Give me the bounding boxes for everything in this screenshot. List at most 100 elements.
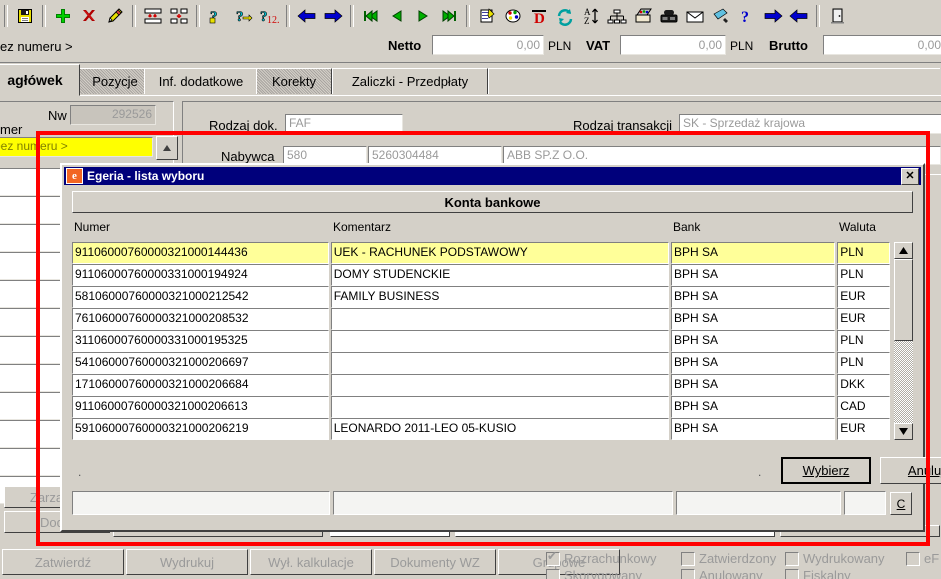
netto-field[interactable]: 0,00 xyxy=(432,35,544,55)
cell-bank[interactable]: BPH SA xyxy=(671,374,836,396)
cell-komentarz[interactable] xyxy=(330,352,670,374)
scrollbar-thumb[interactable] xyxy=(894,259,913,341)
scroll-up-icon[interactable] xyxy=(894,242,913,259)
dialog-titlebar[interactable]: e Egeria - lista wyboru ✕ xyxy=(64,167,921,185)
sort-az-icon[interactable]: A Z xyxy=(579,4,603,28)
query-count-icon[interactable]: ? 12. xyxy=(257,4,281,28)
cell-waluta[interactable]: PLN xyxy=(837,330,891,352)
numer-lov-button[interactable] xyxy=(156,136,178,160)
anuluj-button[interactable]: Anuluj xyxy=(880,457,941,484)
cell-numer[interactable]: 91106000760000321000144436 xyxy=(72,242,329,264)
cell-numer[interactable]: 59106000760000321000206219 xyxy=(72,418,329,440)
next-record-icon[interactable] xyxy=(411,4,435,28)
edit-record-icon[interactable] xyxy=(103,4,127,28)
tab-korekty[interactable]: Korekty xyxy=(256,68,332,94)
query-execute-icon[interactable]: ? xyxy=(231,4,255,28)
cell-bank[interactable]: BPH SA xyxy=(671,286,836,308)
add-record-icon[interactable] xyxy=(51,4,75,28)
cell-komentarz[interactable]: UEK - RACHUNEK PODSTAWOWY xyxy=(330,242,670,264)
query-enter-icon[interactable]: ? xyxy=(205,4,229,28)
cell-bank[interactable]: BPH SA xyxy=(671,330,836,352)
cell-waluta[interactable]: EUR xyxy=(837,286,891,308)
cell-bank[interactable]: BPH SA xyxy=(671,308,836,330)
brutto-field[interactable]: 0,00 xyxy=(823,35,941,55)
cell-bank[interactable]: BPH SA xyxy=(671,396,836,418)
cell-waluta[interactable]: EUR xyxy=(837,308,891,330)
insert-row-icon[interactable] xyxy=(141,4,165,28)
forward-icon[interactable] xyxy=(761,4,785,28)
cell-bank[interactable]: BPH SA xyxy=(671,352,836,374)
cell-numer[interactable]: 91106000760000331000194924 xyxy=(72,264,329,286)
tools-icon[interactable] xyxy=(709,4,733,28)
notes-icon[interactable] xyxy=(475,4,499,28)
document-d-icon[interactable]: D xyxy=(527,4,551,28)
cell-komentarz[interactable] xyxy=(330,308,670,330)
exit-icon[interactable] xyxy=(825,4,849,28)
table-row[interactable]: 91106000760000321000144436 UEK - RACHUNE… xyxy=(72,242,892,264)
status-field-4[interactable] xyxy=(844,491,886,515)
save-icon[interactable] xyxy=(13,4,37,28)
print-color-icon[interactable] xyxy=(631,4,655,28)
cell-komentarz[interactable]: FAMILY BUSINESS xyxy=(330,286,670,308)
phone-icon[interactable] xyxy=(657,4,681,28)
close-icon[interactable]: ✕ xyxy=(901,168,919,185)
cell-bank[interactable]: BPH SA xyxy=(671,264,836,286)
tab-inf-dodatkowe[interactable]: Inf. dodatkowe xyxy=(144,68,258,94)
numer-field[interactable]: oez numeru > xyxy=(0,137,153,157)
cell-waluta[interactable]: DKK xyxy=(837,374,891,396)
rodzaj-transakcji-field[interactable]: SK - Sprzedaż krajowa xyxy=(679,114,941,134)
wybierz-button[interactable]: Wybierz xyxy=(781,457,871,484)
tab-zaliczki-przedplaty[interactable]: Zaliczki - Przedpłaty xyxy=(332,68,488,94)
cell-waluta[interactable]: EUR xyxy=(837,418,891,440)
table-row[interactable]: 59106000760000321000206219 LEONARDO 2011… xyxy=(72,418,892,440)
duplicate-row-icon[interactable] xyxy=(167,4,191,28)
next-block-icon[interactable] xyxy=(321,4,345,28)
cell-komentarz[interactable]: LEONARDO 2011-LEO 05-KUSIO xyxy=(330,418,670,440)
table-row[interactable]: 91106000760000331000194924 DOMY STUDENCK… xyxy=(72,264,892,286)
cell-waluta[interactable]: PLN xyxy=(837,352,891,374)
cell-komentarz[interactable] xyxy=(330,396,670,418)
status-field-2[interactable] xyxy=(333,491,673,515)
cell-komentarz[interactable] xyxy=(330,374,670,396)
prev-block-icon[interactable] xyxy=(295,4,319,28)
table-row[interactable]: 91106000760000321000206613 BPH SA CAD xyxy=(72,396,892,418)
cell-bank[interactable]: BPH SA xyxy=(671,242,836,264)
hierarchy-icon[interactable] xyxy=(605,4,629,28)
cell-waluta[interactable]: PLN xyxy=(837,242,891,264)
prev-record-icon[interactable] xyxy=(385,4,409,28)
cell-waluta[interactable]: PLN xyxy=(837,264,891,286)
delete-record-icon[interactable] xyxy=(77,4,101,28)
status-field-1[interactable] xyxy=(72,491,330,515)
status-field-3[interactable] xyxy=(676,491,841,515)
scrollbar-track[interactable] xyxy=(894,259,913,423)
cell-numer[interactable]: 17106000760000321000206684 xyxy=(72,374,329,396)
table-row[interactable]: 76106000760000321000208532 BPH SA EUR xyxy=(72,308,892,330)
mail-icon[interactable] xyxy=(683,4,707,28)
tab-naglowek[interactable]: agłówek xyxy=(0,64,80,96)
cell-numer[interactable]: 58106000760000321000212542 xyxy=(72,286,329,308)
status-c-button[interactable]: C xyxy=(890,492,912,515)
cell-waluta[interactable]: CAD xyxy=(837,396,891,418)
first-record-icon[interactable] xyxy=(359,4,383,28)
cell-komentarz[interactable]: DOMY STUDENCKIE xyxy=(330,264,670,286)
table-row[interactable]: 17106000760000321000206684 BPH SA DKK xyxy=(72,374,892,396)
last-record-icon[interactable] xyxy=(437,4,461,28)
grid-vertical-scrollbar[interactable] xyxy=(894,242,913,440)
cell-bank[interactable]: BPH SA xyxy=(671,418,836,440)
tab-pozycje[interactable]: Pozycje xyxy=(78,68,152,94)
palette-icon[interactable] xyxy=(501,4,525,28)
rodzaj-dok-field[interactable]: FAF xyxy=(285,114,403,134)
refresh-icon[interactable] xyxy=(553,4,577,28)
cell-numer[interactable]: 76106000760000321000208532 xyxy=(72,308,329,330)
vat-field[interactable]: 0,00 xyxy=(620,35,726,55)
help-icon[interactable]: ? xyxy=(735,4,759,28)
cell-numer[interactable]: 54106000760000321000206697 xyxy=(72,352,329,374)
table-row[interactable]: 58106000760000321000212542 FAMILY BUSINE… xyxy=(72,286,892,308)
table-row[interactable]: 54106000760000321000206697 BPH SA PLN xyxy=(72,352,892,374)
back-icon[interactable] xyxy=(787,4,811,28)
cell-numer[interactable]: 31106000760000331000195325 xyxy=(72,330,329,352)
scroll-down-icon[interactable] xyxy=(894,423,913,440)
table-row[interactable]: 31106000760000331000195325 BPH SA PLN xyxy=(72,330,892,352)
cell-komentarz[interactable] xyxy=(330,330,670,352)
cell-numer[interactable]: 91106000760000321000206613 xyxy=(72,396,329,418)
